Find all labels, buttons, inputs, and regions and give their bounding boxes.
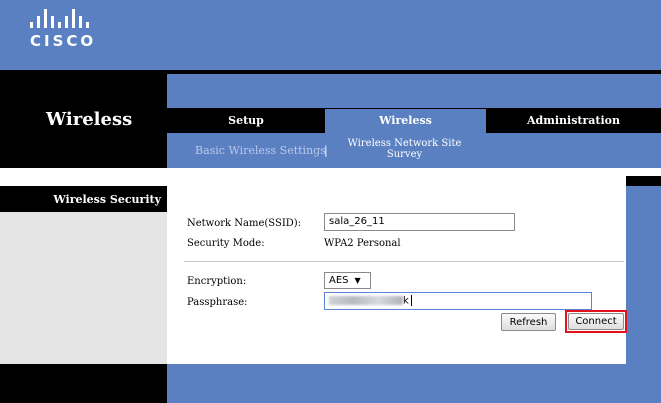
left-footer-block: [0, 364, 167, 403]
subtab-site-survey-line2: Survey: [386, 149, 423, 160]
passphrase-input[interactable]: k: [324, 292, 592, 310]
subtab-site-survey[interactable]: Wireless Network Site Survey: [337, 138, 472, 160]
encryption-value: AES: [329, 275, 349, 286]
ssid-value: sala_26_11: [329, 216, 385, 227]
tab-wireless[interactable]: Wireless: [325, 109, 486, 135]
refresh-button[interactable]: Refresh: [501, 313, 556, 331]
cisco-logo: CISCO: [30, 8, 110, 54]
encryption-select[interactable]: AES ▼: [324, 272, 371, 289]
left-gray-panel: [0, 212, 167, 364]
text-cursor: [410, 295, 412, 306]
cisco-wordmark: CISCO: [30, 32, 97, 50]
section-header: Wireless Security: [0, 186, 167, 212]
subtab-basic-wireless-settings[interactable]: Basic Wireless Settings: [195, 144, 326, 157]
connect-button[interactable]: Connect: [568, 313, 624, 330]
page-title: Wireless: [46, 109, 133, 130]
passphrase-masked: [329, 296, 403, 305]
footer-blue: [167, 364, 626, 403]
right-edge-black: [626, 176, 661, 186]
cisco-bars-icon: [30, 8, 110, 28]
security-mode-value: WPA2 Personal: [324, 238, 401, 249]
subtab-separator: |: [324, 144, 328, 157]
subtab-bar: Basic Wireless Settings | Wireless Netwo…: [167, 133, 661, 168]
chevron-down-icon: ▼: [354, 276, 361, 285]
passphrase-suffix: k: [403, 295, 409, 307]
security-mode-label: Security Mode:: [187, 238, 265, 249]
nav-blue-strip: [167, 74, 661, 108]
section-title: Wireless Security: [53, 193, 161, 206]
subtab-site-survey-line1: Wireless Network Site: [347, 138, 462, 149]
passphrase-label: Passphrase:: [187, 297, 248, 308]
header-bar: CISCO: [0, 0, 661, 70]
encryption-label: Encryption:: [187, 276, 247, 287]
tab-administration[interactable]: Administration: [486, 109, 661, 133]
tab-setup[interactable]: Setup: [167, 109, 325, 133]
ssid-input[interactable]: sala_26_11: [324, 213, 515, 231]
form-divider: [184, 261, 624, 262]
content-panel: Network Name(SSID): sala_26_11 Security …: [167, 176, 627, 364]
right-edge-blue: [626, 186, 661, 403]
ssid-label: Network Name(SSID):: [187, 218, 302, 229]
connect-highlight: Connect: [565, 310, 627, 333]
